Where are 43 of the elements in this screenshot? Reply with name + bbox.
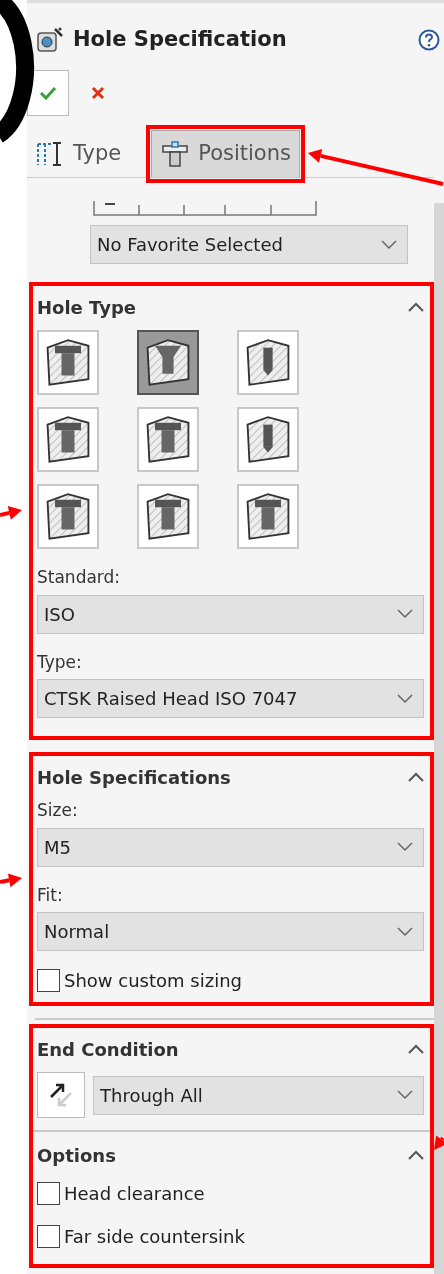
close-icon: [91, 86, 105, 100]
checkbox[interactable]: [37, 1182, 60, 1205]
pointer-arrow: [0, 506, 22, 520]
dropdown-caret-icon: [397, 693, 413, 704]
hole-profile-icon: [160, 140, 191, 168]
checkbox-label[interactable]: Far side countersink: [64, 1223, 245, 1250]
panel-title: Hole Specification: [73, 27, 288, 53]
dropdown-caret-icon: [397, 926, 413, 937]
tab[interactable]: Type: [27, 130, 130, 177]
size-dropdown[interactable]: M5: [37, 827, 424, 867]
help-icon[interactable]: [418, 29, 440, 51]
end-condition-dropdown[interactable]: Through All: [93, 1075, 424, 1115]
dropdown-caret-icon: [381, 239, 397, 250]
hole-wizard-icon: [35, 25, 65, 55]
favorites-dropdown[interactable]: No Favorite Selected: [90, 225, 408, 264]
dropdown-caret-icon: [397, 609, 413, 619]
field-label: Standard:: [37, 566, 122, 589]
collapse-chevron-icon[interactable]: [408, 302, 424, 312]
section-title: Hole Type: [37, 295, 137, 320]
dropdown-caret-icon: [397, 842, 413, 852]
field-label: Size:: [37, 799, 79, 822]
checkmark-icon: [39, 86, 57, 100]
collapse-chevron-icon[interactable]: [408, 1044, 424, 1054]
section-title: Options: [37, 1143, 116, 1168]
checkbox-label[interactable]: Show custom sizing: [64, 967, 242, 994]
field-label: Fit:: [37, 883, 64, 907]
dropdown-caret-icon: [397, 1090, 413, 1100]
standard-dropdown[interactable]: ISO: [37, 594, 424, 634]
reverse-direction-button[interactable]: [37, 1072, 85, 1118]
pointer-arrow: [0, 873, 22, 888]
scrollbar[interactable]: [434, 203, 444, 1274]
checkbox-label[interactable]: Head clearance: [64, 1180, 205, 1207]
collapse-chevron-icon[interactable]: [408, 772, 424, 782]
fit-dropdown[interactable]: Normal: [37, 912, 424, 951]
tab[interactable]: Positions: [151, 130, 300, 177]
section-title: Hole Specifications: [37, 765, 231, 790]
field-label: Type:: [37, 650, 83, 674]
checkbox[interactable]: [37, 969, 60, 992]
section-title: End Condition: [37, 1037, 179, 1062]
hole-type-button[interactable]: [137, 330, 199, 395]
collapse-chevron-icon[interactable]: [408, 1150, 424, 1160]
checkbox[interactable]: [37, 1225, 60, 1248]
type-dropdown[interactable]: CTSK Raised Head ISO 7047: [37, 679, 424, 718]
